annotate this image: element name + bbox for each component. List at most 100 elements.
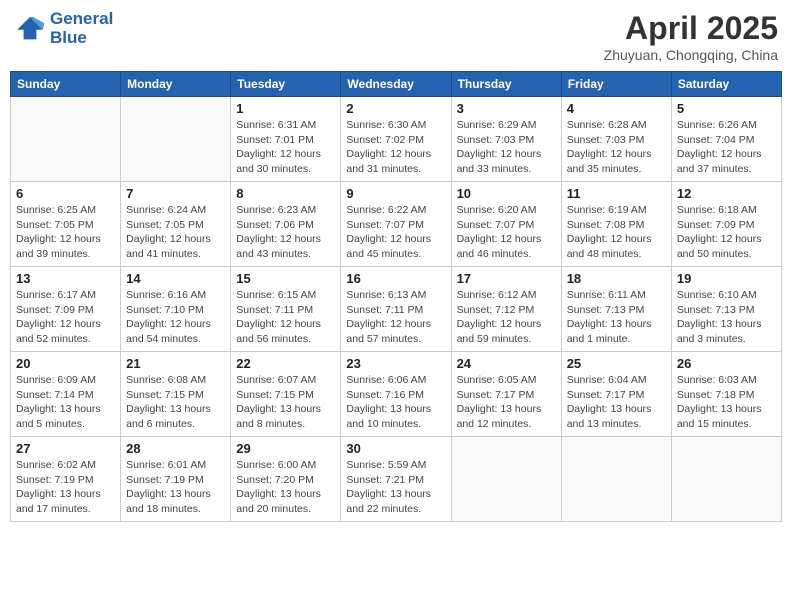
day-info: Sunrise: 6:04 AMSunset: 7:17 PMDaylight:… (567, 373, 666, 432)
calendar-cell: 3Sunrise: 6:29 AMSunset: 7:03 PMDaylight… (451, 97, 561, 182)
calendar-cell: 12 Sunrise: 6:18 AMSunset: 7:09 PMDayligh… (671, 182, 781, 267)
day-info: Sunrise: 6:13 AMSunset: 7:11 PMDaylight:… (346, 288, 445, 347)
day-number: 16 (346, 271, 445, 286)
calendar-cell: 23Sunrise: 6:06 AMSunset: 7:16 PMDayligh… (341, 352, 451, 437)
day-number: 21 (126, 356, 225, 371)
day-info: Sunrise: 6:08 AMSunset: 7:15 PMDaylight:… (126, 373, 225, 432)
calendar-cell: 2 Sunrise: 6:30 AMSunset: 7:02 PMDaylight… (341, 97, 451, 182)
week-row-4: 20Sunrise: 6:09 AMSunset: 7:14 PMDayligh… (11, 352, 782, 437)
day-number: 14 (126, 271, 225, 286)
title-block: April 2025 Zhuyuan, Chongqing, China (604, 10, 778, 63)
day-number: 4 (567, 101, 666, 116)
calendar-cell: 6 Sunrise: 6:25 AMSunset: 7:05 PMDaylight… (11, 182, 121, 267)
calendar-cell: 21 Sunrise: 6:08 AMSunset: 7:15 PMDayligh… (121, 352, 231, 437)
day-number: 17 (457, 271, 556, 286)
day-number: 8 (236, 186, 335, 201)
day-number: 3 (457, 101, 556, 116)
week-row-5: 27Sunrise: 6:02 AMSunset: 7:19 PMDayligh… (11, 437, 782, 522)
weekday-header-saturday: Saturday (671, 72, 781, 97)
week-row-3: 13 Sunrise: 6:17 AMSunset: 7:09 PMDayligh… (11, 267, 782, 352)
day-number: 10 (457, 186, 556, 201)
calendar-cell: 22Sunrise: 6:07 AMSunset: 7:15 PMDayligh… (231, 352, 341, 437)
calendar-cell (121, 97, 231, 182)
day-info: Sunrise: 6:22 AMSunset: 7:07 PMDaylight:… (346, 203, 445, 262)
day-info: Sunrise: 6:00 AMSunset: 7:20 PMDaylight:… (236, 458, 335, 517)
calendar-table: SundayMondayTuesdayWednesdayThursdayFrid… (10, 71, 782, 522)
page-header: General Blue April 2025 Zhuyuan, Chongqi… (10, 10, 782, 63)
day-info: Sunrise: 6:10 AMSunset: 7:13 PMDaylight:… (677, 288, 776, 347)
day-info: Sunrise: 6:12 AMSunset: 7:12 PMDaylight:… (457, 288, 556, 347)
day-info: Sunrise: 6:03 AMSunset: 7:18 PMDaylight:… (677, 373, 776, 432)
calendar-cell: 26 Sunrise: 6:03 AMSunset: 7:18 PMDayligh… (671, 352, 781, 437)
day-info: Sunrise: 6:05 AMSunset: 7:17 PMDaylight:… (457, 373, 556, 432)
weekday-header-wednesday: Wednesday (341, 72, 451, 97)
calendar-cell: 4 Sunrise: 6:28 AMSunset: 7:03 PMDaylight… (561, 97, 671, 182)
week-row-1: 1 Sunrise: 6:31 AMSunset: 7:01 PMDaylight… (11, 97, 782, 182)
calendar-cell: 8 Sunrise: 6:23 AMSunset: 7:06 PMDaylight… (231, 182, 341, 267)
day-number: 1 (236, 101, 335, 116)
day-info: Sunrise: 6:01 AMSunset: 7:19 PMDaylight:… (126, 458, 225, 517)
calendar-cell: 5Sunrise: 6:26 AMSunset: 7:04 PMDaylight… (671, 97, 781, 182)
day-info: Sunrise: 6:25 AMSunset: 7:05 PMDaylight:… (16, 203, 115, 262)
week-row-2: 6 Sunrise: 6:25 AMSunset: 7:05 PMDaylight… (11, 182, 782, 267)
day-number: 9 (346, 186, 445, 201)
calendar-cell: 11 Sunrise: 6:19 AMSunset: 7:08 PMDayligh… (561, 182, 671, 267)
weekday-header-friday: Friday (561, 72, 671, 97)
calendar-cell: 19Sunrise: 6:10 AMSunset: 7:13 PMDayligh… (671, 267, 781, 352)
day-number: 24 (457, 356, 556, 371)
calendar-cell: 13 Sunrise: 6:17 AMSunset: 7:09 PMDayligh… (11, 267, 121, 352)
day-number: 2 (346, 101, 445, 116)
calendar-cell: 29Sunrise: 6:00 AMSunset: 7:20 PMDayligh… (231, 437, 341, 522)
day-info: Sunrise: 6:24 AMSunset: 7:05 PMDaylight:… (126, 203, 225, 262)
calendar-cell (11, 97, 121, 182)
calendar-cell: 7 Sunrise: 6:24 AMSunset: 7:05 PMDaylight… (121, 182, 231, 267)
day-info: Sunrise: 5:59 AMSunset: 7:21 PMDaylight:… (346, 458, 445, 517)
day-number: 12 (677, 186, 776, 201)
weekday-header-thursday: Thursday (451, 72, 561, 97)
day-info: Sunrise: 6:23 AMSunset: 7:06 PMDaylight:… (236, 203, 335, 262)
day-info: Sunrise: 6:28 AMSunset: 7:03 PMDaylight:… (567, 118, 666, 177)
calendar-cell (671, 437, 781, 522)
calendar-cell: 30 Sunrise: 5:59 AMSunset: 7:21 PMDayligh… (341, 437, 451, 522)
weekday-header-monday: Monday (121, 72, 231, 97)
day-info: Sunrise: 6:26 AMSunset: 7:04 PMDaylight:… (677, 118, 776, 177)
logo-text: General Blue (50, 10, 113, 47)
day-number: 20 (16, 356, 115, 371)
day-number: 6 (16, 186, 115, 201)
day-info: Sunrise: 6:20 AMSunset: 7:07 PMDaylight:… (457, 203, 556, 262)
calendar-cell: 15 Sunrise: 6:15 AMSunset: 7:11 PMDayligh… (231, 267, 341, 352)
day-info: Sunrise: 6:31 AMSunset: 7:01 PMDaylight:… (236, 118, 335, 177)
day-number: 30 (346, 441, 445, 456)
day-number: 27 (16, 441, 115, 456)
day-info: Sunrise: 6:07 AMSunset: 7:15 PMDaylight:… (236, 373, 335, 432)
day-number: 18 (567, 271, 666, 286)
day-number: 23 (346, 356, 445, 371)
calendar-cell: 17 Sunrise: 6:12 AMSunset: 7:12 PMDayligh… (451, 267, 561, 352)
calendar-header: SundayMondayTuesdayWednesdayThursdayFrid… (11, 72, 782, 97)
weekday-header-sunday: Sunday (11, 72, 121, 97)
month-title: April 2025 (604, 10, 778, 47)
day-info: Sunrise: 6:19 AMSunset: 7:08 PMDaylight:… (567, 203, 666, 262)
day-number: 11 (567, 186, 666, 201)
day-number: 25 (567, 356, 666, 371)
weekday-header-tuesday: Tuesday (231, 72, 341, 97)
day-number: 7 (126, 186, 225, 201)
day-number: 13 (16, 271, 115, 286)
logo-icon (14, 15, 46, 43)
day-info: Sunrise: 6:18 AMSunset: 7:09 PMDaylight:… (677, 203, 776, 262)
calendar-cell (451, 437, 561, 522)
weekday-header-row: SundayMondayTuesdayWednesdayThursdayFrid… (11, 72, 782, 97)
day-number: 26 (677, 356, 776, 371)
location-title: Zhuyuan, Chongqing, China (604, 47, 778, 63)
day-info: Sunrise: 6:11 AMSunset: 7:13 PMDaylight:… (567, 288, 666, 347)
day-info: Sunrise: 6:30 AMSunset: 7:02 PMDaylight:… (346, 118, 445, 177)
calendar-cell: 9 Sunrise: 6:22 AMSunset: 7:07 PMDaylight… (341, 182, 451, 267)
calendar-cell: 28Sunrise: 6:01 AMSunset: 7:19 PMDayligh… (121, 437, 231, 522)
day-info: Sunrise: 6:16 AMSunset: 7:10 PMDaylight:… (126, 288, 225, 347)
day-info: Sunrise: 6:17 AMSunset: 7:09 PMDaylight:… (16, 288, 115, 347)
day-number: 15 (236, 271, 335, 286)
calendar-cell: 27Sunrise: 6:02 AMSunset: 7:19 PMDayligh… (11, 437, 121, 522)
calendar-body: 1 Sunrise: 6:31 AMSunset: 7:01 PMDaylight… (11, 97, 782, 522)
day-info: Sunrise: 6:15 AMSunset: 7:11 PMDaylight:… (236, 288, 335, 347)
calendar-cell: 18 Sunrise: 6:11 AMSunset: 7:13 PMDayligh… (561, 267, 671, 352)
